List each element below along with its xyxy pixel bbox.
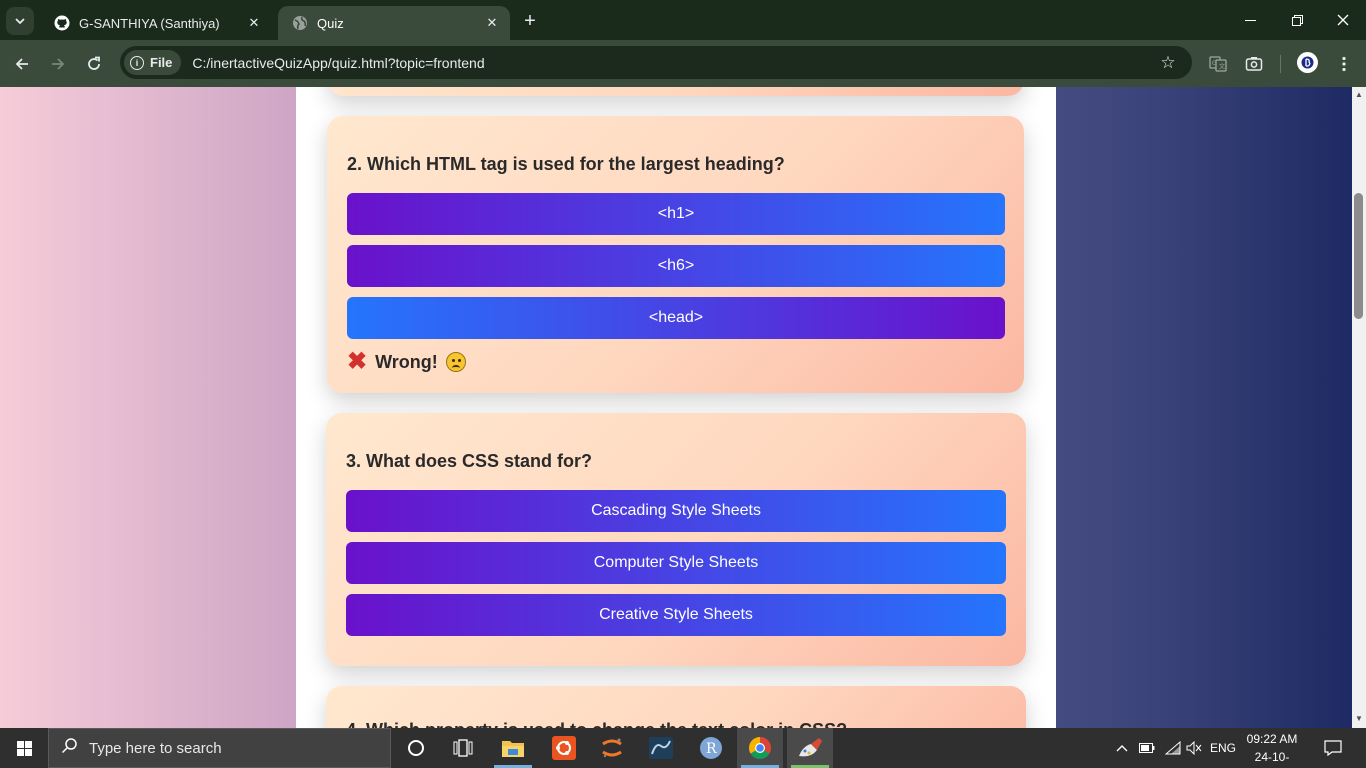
notification-icon[interactable] (1320, 728, 1346, 768)
taskbar: Type here to search R ENG 09:22 AM 24-10 (0, 728, 1366, 768)
task-view-icon (453, 739, 473, 757)
back-button[interactable] (7, 49, 37, 79)
battery-icon[interactable] (1137, 728, 1157, 768)
r-language-icon: R (700, 737, 722, 759)
minimize-icon (1244, 19, 1256, 21)
question-card: 2. Which HTML tag is used for the larges… (327, 116, 1024, 393)
svg-text:文: 文 (1219, 63, 1225, 71)
clock-date: 24-10-2025 (1254, 750, 1290, 764)
menu-icon[interactable] (1332, 52, 1356, 76)
question-card: 3. What does CSS stand for? Cascading St… (326, 413, 1026, 666)
scroll-up-icon[interactable]: ▲ (1354, 90, 1364, 100)
tab-title: G-SANTHIYA (Santhiya) (79, 15, 220, 31)
file-explorer-app[interactable] (490, 728, 536, 768)
answer-option[interactable]: Cascading Style Sheets (346, 490, 1006, 532)
close-icon (1337, 14, 1349, 26)
site-info-chip[interactable]: i File (124, 50, 182, 75)
answer-option-selected[interactable]: <head> (347, 297, 1005, 339)
answer-option[interactable]: <h6> (347, 245, 1005, 287)
restore-button[interactable] (1274, 0, 1320, 40)
arrow-right-icon (52, 58, 65, 70)
address-bar[interactable]: i File C:/inertactiveQuizApp/quiz.html?t… (120, 46, 1192, 79)
tab-quiz[interactable]: Quiz ✕ (278, 6, 510, 40)
folder-icon (502, 741, 524, 757)
reload-icon (88, 56, 100, 70)
restore-icon (1291, 14, 1303, 26)
taskbar-search-box[interactable]: Type here to search (48, 728, 391, 768)
reload-button[interactable] (79, 49, 109, 79)
cortana-icon (408, 740, 424, 756)
github-icon (54, 15, 70, 31)
url-text[interactable]: C:/inertactiveQuizApp/quiz.html?topic=fr… (192, 55, 1156, 71)
arrow-left-icon (15, 58, 28, 70)
r-app[interactable]: R (688, 728, 734, 768)
ubuntu-app[interactable] (541, 728, 587, 768)
answer-option[interactable]: Computer Style Sheets (346, 542, 1006, 584)
svg-text:R: R (706, 741, 717, 757)
start-button[interactable] (0, 728, 48, 768)
cortana-button[interactable] (393, 728, 439, 768)
browser-toolbar: i File C:/inertactiveQuizApp/quiz.html?t… (0, 40, 1366, 87)
windows-logo-icon (16, 740, 32, 756)
system-clock[interactable]: 09:22 AM 24-10-2025 (1242, 730, 1302, 766)
tab-search-button[interactable] (6, 7, 34, 35)
clock-time: 09:22 AM (1246, 732, 1298, 746)
question-text: 2. Which HTML tag is used for the larges… (347, 154, 785, 174)
paint-app[interactable] (787, 728, 833, 768)
globe-icon (292, 15, 308, 31)
close-icon[interactable]: ✕ (246, 15, 262, 31)
answer-option[interactable]: Creative Style Sheets (346, 594, 1006, 636)
wifi-icon[interactable] (1162, 728, 1184, 768)
volume-muted-icon[interactable] (1184, 728, 1204, 768)
site-chip-label: File (150, 55, 173, 70)
question-text: 4. Which property is used to change the … (346, 720, 847, 728)
sad-face-icon (445, 352, 466, 372)
chrome-icon (749, 737, 771, 759)
info-icon: i (130, 55, 144, 70)
page-viewport: 2. Which HTML tag is used for the larges… (0, 87, 1352, 728)
mysql-icon (649, 737, 673, 759)
question-card (328, 87, 1024, 96)
close-window-button[interactable] (1320, 0, 1366, 40)
star-icon[interactable]: ☆ (1156, 53, 1180, 73)
translate-icon[interactable]: G文 (1206, 52, 1230, 76)
jupyter-app[interactable] (589, 728, 635, 768)
ubuntu-icon (552, 736, 576, 760)
feedback-text: Wrong! (375, 351, 438, 372)
search-icon (49, 737, 89, 759)
jupyter-icon (602, 738, 622, 758)
scrollbar-thumb[interactable] (1354, 193, 1363, 319)
answer-feedback: ✖ Wrong! (347, 350, 466, 374)
profile-avatar[interactable] (1297, 52, 1318, 73)
language-indicator[interactable]: ENG (1208, 728, 1238, 768)
toolbar-separator (1280, 55, 1281, 73)
profile-icon (1301, 56, 1314, 69)
plus-icon: + (524, 9, 536, 32)
mysql-workbench-app[interactable] (638, 728, 684, 768)
tab-github[interactable]: G-SANTHIYA (Santhiya) ✕ (40, 6, 272, 40)
chrome-app[interactable] (737, 728, 783, 768)
task-view-button[interactable] (440, 728, 486, 768)
answer-option[interactable]: <h1> (347, 193, 1005, 235)
quiz-container: 2. Which HTML tag is used for the larges… (296, 87, 1056, 728)
question-text: 3. What does CSS stand for? (346, 451, 593, 471)
question-card: 4. Which property is used to change the … (326, 686, 1026, 728)
cross-mark-icon: ✖ (347, 348, 368, 375)
search-placeholder: Type here to search (89, 739, 222, 757)
chevron-up-icon[interactable] (1113, 728, 1131, 768)
svg-text:G: G (1212, 60, 1217, 67)
new-tab-button[interactable]: + (517, 8, 543, 34)
screenshot-icon[interactable] (1242, 52, 1266, 76)
page-scrollbar[interactable]: ▲ ▼ (1352, 87, 1366, 728)
chevron-down-icon (15, 18, 25, 25)
close-icon[interactable]: ✕ (484, 15, 500, 31)
paint-icon (799, 738, 822, 757)
tab-strip: G-SANTHIYA (Santhiya) ✕ Quiz ✕ + (0, 0, 1366, 40)
minimize-button[interactable] (1227, 0, 1273, 40)
tab-title: Quiz (317, 15, 344, 31)
forward-button[interactable] (43, 49, 73, 79)
scroll-down-icon[interactable]: ▼ (1354, 714, 1364, 724)
